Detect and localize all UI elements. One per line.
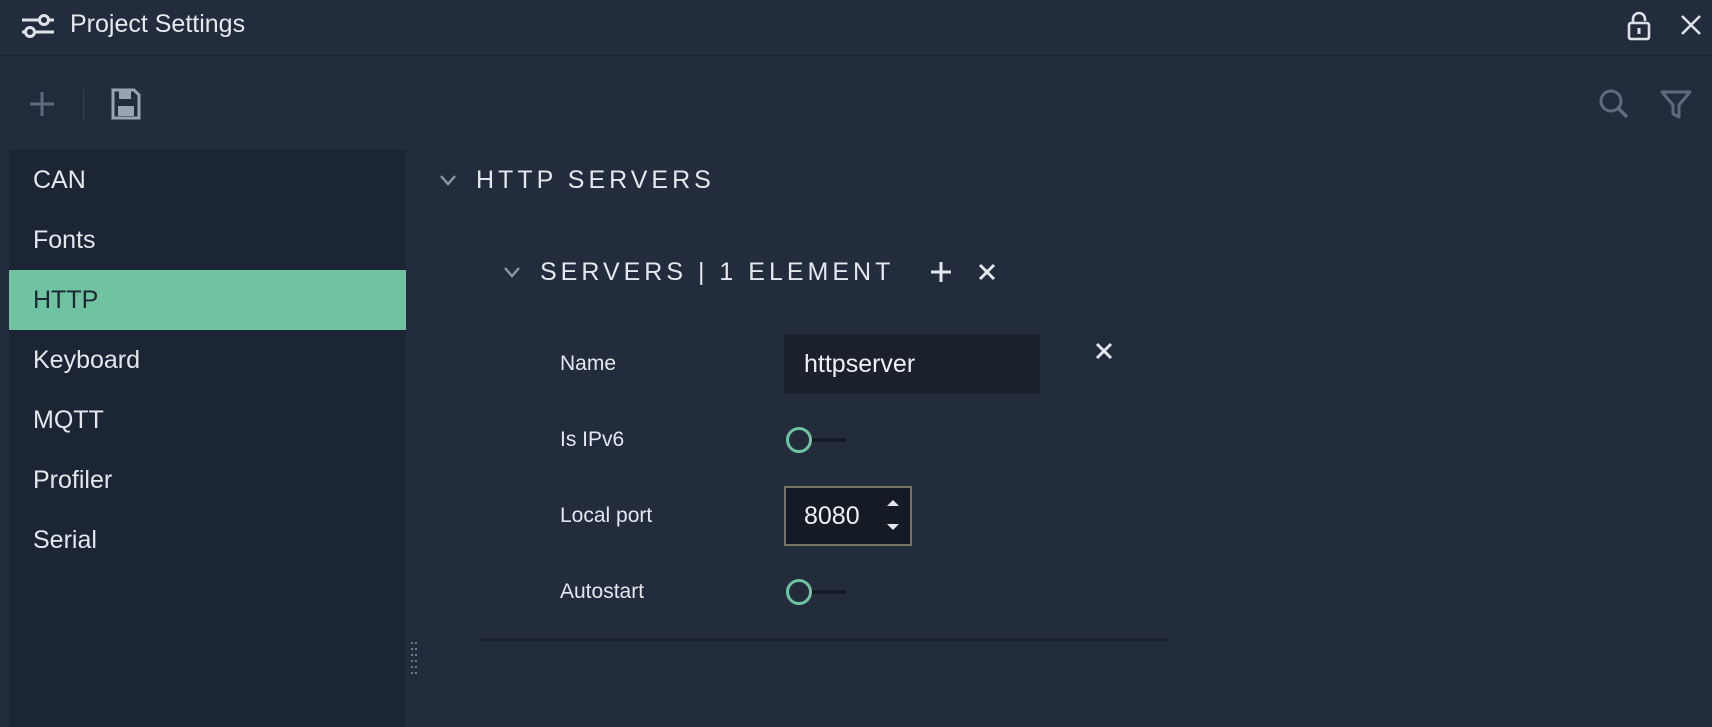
clear-servers-button[interactable] (976, 261, 998, 283)
search-button[interactable] (1596, 86, 1632, 122)
settings-sliders-icon (22, 14, 54, 38)
local-port-value[interactable]: 8080 (804, 502, 860, 531)
section-divider (480, 638, 1168, 641)
autostart-label: Autostart (560, 580, 645, 603)
save-button[interactable] (108, 86, 144, 122)
name-label: Name (560, 352, 617, 375)
panel-resize-handle[interactable] (410, 640, 418, 676)
increment-button[interactable] (878, 489, 908, 515)
toolbar-separator (83, 90, 84, 120)
local-port-stepper[interactable]: 8080 (784, 486, 912, 546)
sidebar-item-http[interactable]: HTTP (9, 270, 406, 330)
sidebar-item-keyboard[interactable]: Keyboard (9, 330, 406, 390)
title-bar: Project Settings (0, 0, 1712, 56)
sidebar-item-mqtt[interactable]: MQTT (9, 390, 406, 450)
close-icon[interactable] (1676, 10, 1706, 40)
add-server-button[interactable] (928, 259, 954, 285)
local-port-label: Local port (560, 504, 653, 527)
chevron-down-icon[interactable] (502, 262, 522, 282)
remove-server-button[interactable] (1093, 340, 1115, 362)
ipv6-toggle[interactable] (784, 425, 848, 455)
category-sidebar: CAN Fonts HTTP Keyboard MQTT Profiler Se… (9, 150, 406, 727)
ipv6-label: Is IPv6 (560, 428, 625, 451)
autostart-toggle[interactable] (784, 577, 848, 607)
sidebar-item-profiler[interactable]: Profiler (9, 450, 406, 510)
window-title: Project Settings (70, 10, 246, 38)
sidebar-item-serial[interactable]: Serial (9, 510, 406, 570)
filter-button[interactable] (1658, 86, 1694, 122)
sidebar-item-can[interactable]: CAN (9, 150, 406, 210)
decrement-button[interactable] (878, 517, 908, 543)
chevron-down-icon (440, 175, 456, 186)
settings-panel: HTTP SERVERS SERVERS | 1 ELEMENT Name Is… (418, 150, 1712, 727)
servers-list-header: SERVERS | 1 ELEMENT (502, 254, 998, 290)
servers-title[interactable]: SERVERS | 1 ELEMENT (540, 258, 894, 287)
http-servers-section-header[interactable]: HTTP SERVERS (438, 162, 715, 198)
section-title: HTTP SERVERS (476, 165, 715, 194)
sidebar-item-fonts[interactable]: Fonts (9, 210, 406, 270)
add-button[interactable] (24, 86, 60, 122)
lock-icon[interactable] (1624, 10, 1654, 42)
name-field[interactable] (784, 334, 1040, 394)
toolbar (0, 80, 1712, 132)
